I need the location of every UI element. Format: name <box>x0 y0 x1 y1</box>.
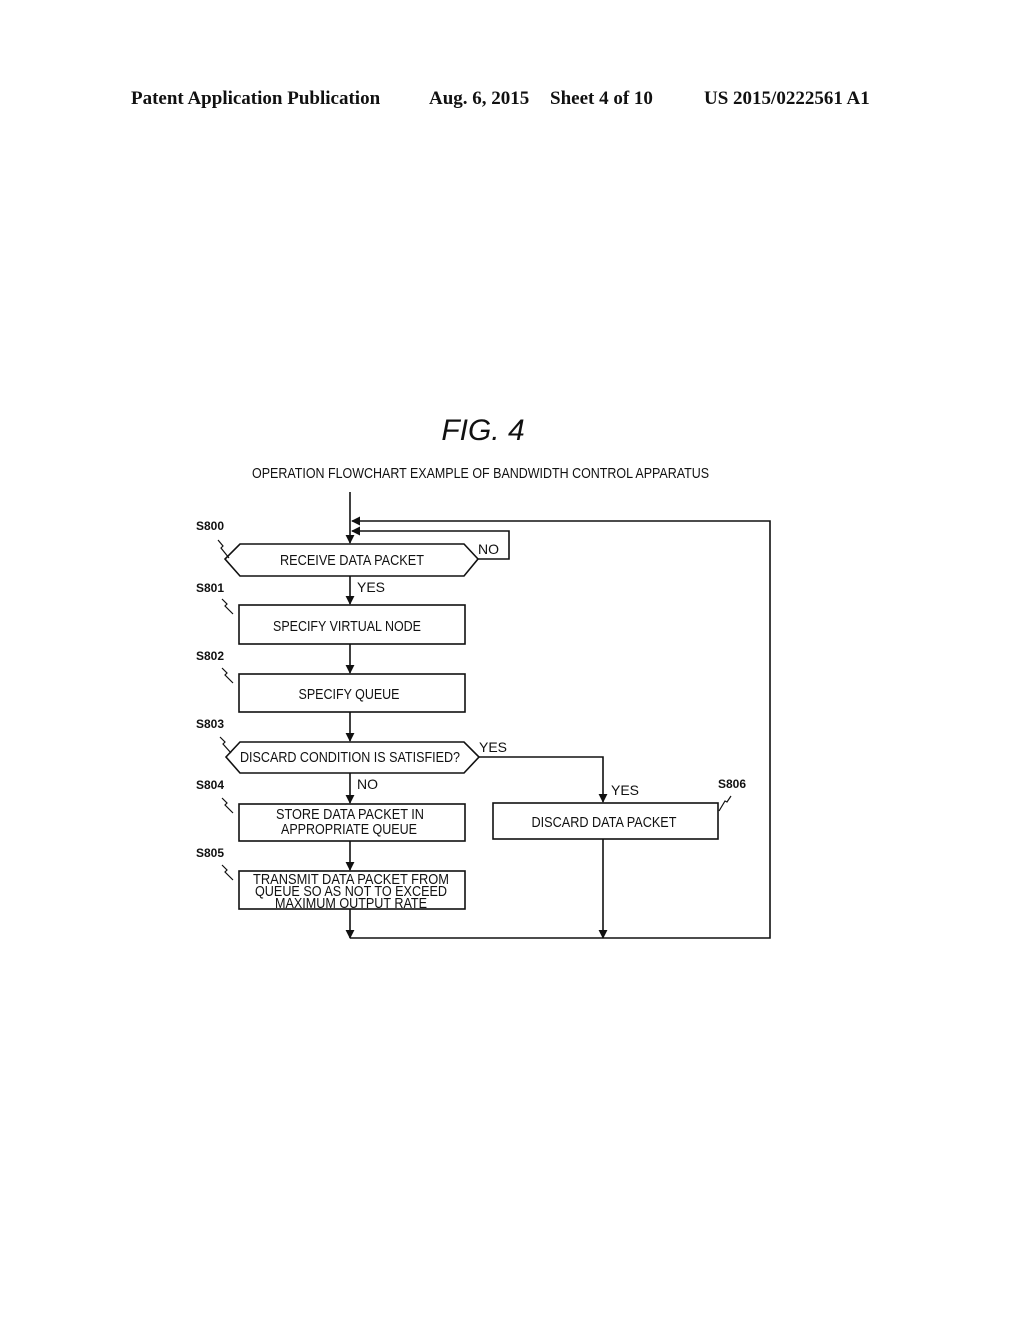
step-s802-text: SPECIFY QUEUE <box>299 687 400 703</box>
s803-leader <box>219 736 232 754</box>
flowchart: S800 S801 S802 S803 S804 S805 S806 RECEI… <box>196 492 771 939</box>
s806-leader <box>718 795 732 812</box>
s803-no-label: NO <box>357 776 378 792</box>
step-id-s805: S805 <box>196 846 224 860</box>
step-id-s803: S803 <box>196 717 224 731</box>
s800-no-label: NO <box>478 541 499 557</box>
s802-leader <box>221 667 234 684</box>
step-s801-text: SPECIFY VIRTUAL NODE <box>273 619 421 635</box>
step-s804-text-line2: APPROPRIATE QUEUE <box>281 822 417 838</box>
step-id-s804: S804 <box>196 778 224 792</box>
step-s805-text-line3: MAXIMUM OUTPUT RATE <box>275 896 427 912</box>
s806-yes-label: YES <box>611 782 639 798</box>
step-id-s800: S800 <box>196 519 224 533</box>
s801-leader <box>221 598 234 615</box>
s805-leader <box>221 864 234 881</box>
s804-leader <box>221 797 234 814</box>
s800-leader <box>217 539 230 559</box>
step-id-s802: S802 <box>196 649 224 663</box>
step-s804-text-line1: STORE DATA PACKET IN <box>276 807 424 823</box>
step-s803-text: DISCARD CONDITION IS SATISFIED? <box>240 750 460 766</box>
s803-yes-label: YES <box>479 739 507 755</box>
step-s800-text: RECEIVE DATA PACKET <box>280 553 424 569</box>
step-id-s806: S806 <box>718 777 746 791</box>
step-id-s801: S801 <box>196 581 224 595</box>
s803-to-s806-arrow <box>479 756 608 803</box>
step-s806-text: DISCARD DATA PACKET <box>532 815 677 831</box>
s800-yes-label: YES <box>357 579 385 595</box>
